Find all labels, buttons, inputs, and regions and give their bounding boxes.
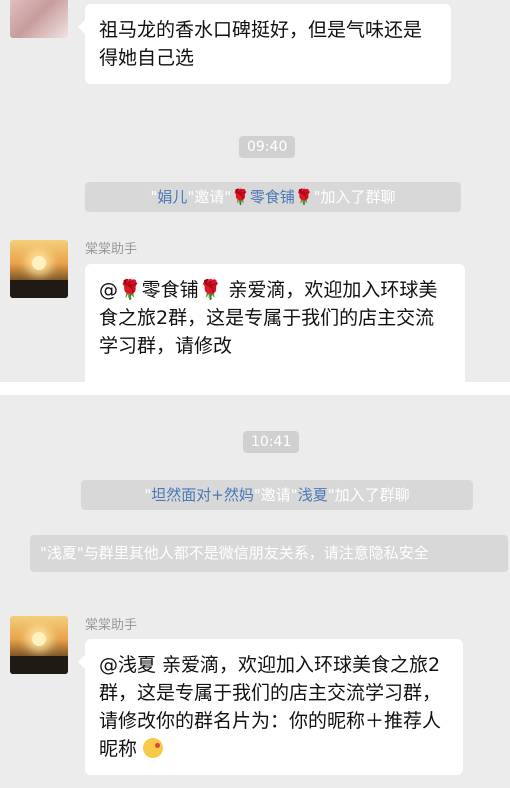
- rose-icon: 🌹: [118, 279, 142, 301]
- horizon-shape: [10, 280, 68, 298]
- screenshot-divider: [0, 382, 510, 395]
- sender-name: 棠棠助手: [85, 242, 138, 257]
- system-invite-message: "娟儿"邀请"🌹零食铺🌹"加入了群聊: [85, 182, 461, 212]
- inviter-name[interactable]: 娟儿: [157, 188, 187, 206]
- helper-avatar[interactable]: [10, 240, 68, 298]
- sun-icon: [32, 256, 46, 270]
- invite-end: "加入了群聊: [313, 188, 396, 206]
- message-bubble[interactable]: @🌹零食铺🌹 亲爱滴，欢迎加入环球美食之旅2群，这是专属于我们的店主交流学习群，…: [85, 264, 465, 382]
- rose-icon: 🌹: [294, 188, 314, 206]
- timestamp: 10:41: [243, 431, 300, 453]
- sender-name: 棠棠助手: [85, 618, 138, 633]
- mention-name: 零食铺: [141, 279, 199, 301]
- mention-at: @: [99, 279, 118, 301]
- invitee-name[interactable]: 浅夏: [298, 486, 328, 504]
- kiss-emoji-icon: [143, 738, 164, 758]
- inviter-name[interactable]: 坦然面对+然妈: [151, 486, 254, 504]
- rose-icon: 🌹: [231, 188, 250, 206]
- privacy-notice: "浅夏"与群里其他人都不是微信朋友关系，请注意隐私安全: [30, 535, 508, 572]
- message-text: 祖马龙的香水口碑挺好，但是气味还是得她自己选: [99, 19, 423, 69]
- helper-avatar[interactable]: [10, 616, 68, 674]
- sun-icon: [32, 632, 46, 646]
- message-bubble[interactable]: @浅夏 亲爱滴，欢迎加入环球美食之旅2群，这是专属于我们的店主交流学习群，请修改…: [78, 639, 463, 775]
- timestamp: 09:40: [239, 136, 296, 158]
- invite-end: "加入了群聊: [327, 486, 410, 504]
- chat-panel-bottom: 10:41 "坦然面对+然妈"邀请"浅夏"加入了群聊 "浅夏"与群里其他人都不是…: [0, 395, 510, 788]
- rose-icon: 🌹: [198, 279, 223, 301]
- horizon-shape: [10, 656, 68, 674]
- system-invite-message: "坦然面对+然妈"邀请"浅夏"加入了群聊: [81, 480, 473, 510]
- invitee-name[interactable]: 零食铺: [250, 188, 295, 206]
- message-bubble[interactable]: 祖马龙的香水口碑挺好，但是气味还是得她自己选: [78, 4, 451, 84]
- invite-verb: "邀请": [187, 188, 232, 206]
- contact-avatar[interactable]: [10, 0, 68, 38]
- chat-panel-top: 祖马龙的香水口碑挺好，但是气味还是得她自己选 09:40 "娟儿"邀请"🌹零食铺…: [0, 0, 510, 382]
- invite-verb: "邀请": [253, 486, 298, 504]
